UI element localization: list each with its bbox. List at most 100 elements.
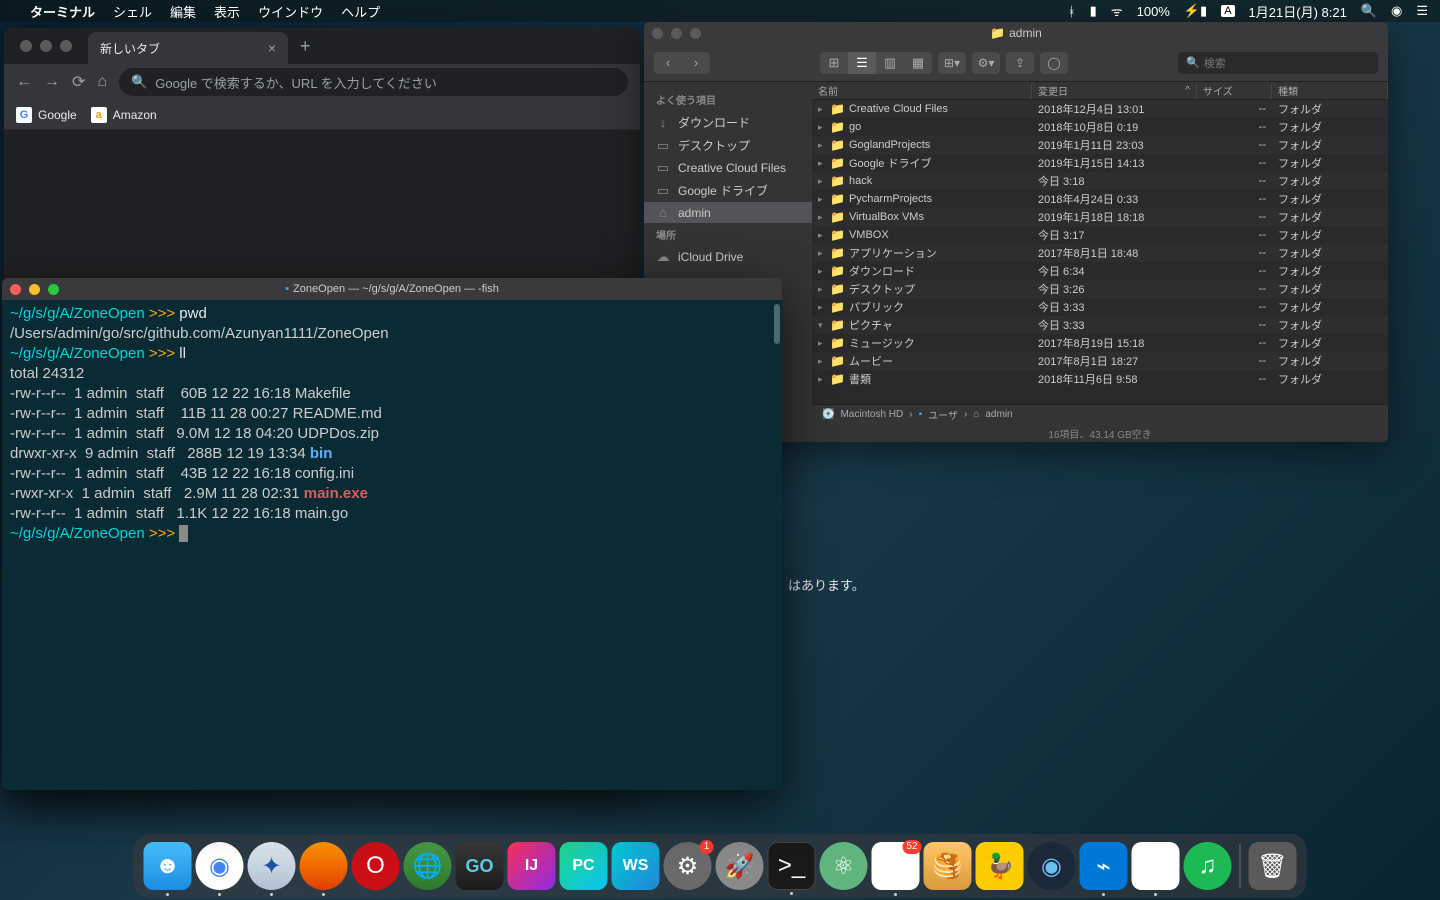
dock-goland[interactable]: GO [456,842,504,890]
dock-sysprefs[interactable]: ⚙1 [664,842,712,890]
file-row[interactable]: ▸📁VMBOX今日 3:17--フォルダ [812,226,1388,244]
file-row[interactable]: ▸📁PycharmProjects2018年4月24日 0:33--フォルダ [812,190,1388,208]
reload-button[interactable]: ⟳ [72,72,85,92]
back-button[interactable]: ← [16,73,32,91]
file-row[interactable]: ▸📁ムービー2017年8月1日 18:27--フォルダ [812,352,1388,370]
dock-webstorm[interactable]: WS [612,842,660,890]
disclosure-icon[interactable]: ▸ [818,356,826,367]
list-view[interactable]: ☰ [848,52,876,74]
disclosure-icon[interactable]: ▸ [818,338,826,349]
col-date[interactable]: 変更日^ [1032,82,1197,99]
file-row[interactable]: ▸📁hack今日 3:18--フォルダ [812,172,1388,190]
file-row[interactable]: ▸📁アプリケーション2017年8月1日 18:48--フォルダ [812,244,1388,262]
new-tab-button[interactable]: + [300,36,311,57]
file-row[interactable]: ▸📁go2018年10月8日 0:19--フォルダ [812,118,1388,136]
dock-slack[interactable]: ✱52 [872,842,920,890]
sidebar-item[interactable]: ↓ダウンロード [644,111,812,134]
disclosure-icon[interactable]: ▸ [818,104,826,115]
bookmark-amazon[interactable]: aAmazon [91,107,157,123]
address-bar[interactable]: 🔍 Google で検索するか、URL を入力してください [119,68,628,96]
sidebar-item[interactable]: ▭Creative Cloud Files [644,157,812,179]
menu-window[interactable]: ウインドウ [258,2,323,21]
disclosure-icon[interactable]: ▸ [818,374,826,385]
bluetooth-icon[interactable]: ᚼ [1068,4,1076,19]
ime-indicator[interactable]: A [1221,5,1234,17]
disclosure-icon[interactable]: ▸ [818,302,826,313]
home-button[interactable]: ⌂ [97,73,107,91]
terminal-titlebar[interactable]: ▪ ZoneOpen — ~/g/s/g/A/ZoneOpen — -fish [2,278,782,300]
file-row[interactable]: ▸📁デスクトップ今日 3:26--フォルダ [812,280,1388,298]
dock-tor[interactable]: 🌐 [404,842,452,890]
disclosure-icon[interactable]: ▸ [818,140,826,151]
dock-launchpad[interactable]: 🚀 [716,842,764,890]
file-row[interactable]: ▾📁ピクチャ今日 3:33--フォルダ [812,316,1388,334]
disclosure-icon[interactable]: ▸ [818,212,826,223]
dock-clipy[interactable]: ▶ [1132,842,1180,890]
close-tab-icon[interactable]: × [268,40,276,56]
dock-steam[interactable]: ◉ [1028,842,1076,890]
column-view[interactable]: ▥ [876,52,904,74]
forward-button[interactable]: → [44,73,60,91]
dock-trash[interactable]: 🗑 [1249,842,1297,890]
dock-vscode[interactable]: ⌁ [1080,842,1128,890]
sidebar-item[interactable]: ▭Google ドライブ [644,179,812,202]
tags-button[interactable]: ◯ [1040,52,1068,74]
menu-help[interactable]: ヘルプ [341,2,380,21]
menu-edit[interactable]: 編集 [170,2,196,21]
notification-icon[interactable]: ☰ [1416,3,1428,19]
terminal-content[interactable]: ~/g/s/g/A/ZoneOpen >>> pwd/Users/admin/g… [2,300,782,790]
siri-icon[interactable]: ◉ [1391,3,1402,19]
file-row[interactable]: ▸📁パブリック今日 3:33--フォルダ [812,298,1388,316]
bookmark-google[interactable]: GGoogle [16,107,77,123]
dock-cyberduck[interactable]: 🦆 [976,842,1024,890]
clock[interactable]: 1月21日(月) 8:21 [1249,2,1347,21]
col-name[interactable]: 名前 [812,82,1032,99]
window-controls[interactable] [12,40,80,52]
wifi-icon[interactable]: ᯤ [1111,2,1123,20]
disclosure-icon[interactable]: ▸ [818,158,826,169]
col-kind[interactable]: 種類 [1272,82,1388,99]
file-row[interactable]: ▸📁VirtualBox VMs2019年1月18日 18:18--フォルダ [812,208,1388,226]
file-row[interactable]: ▸📁ダウンロード今日 6:34--フォルダ [812,262,1388,280]
dock-opera[interactable]: O [352,842,400,890]
disclosure-icon[interactable]: ▸ [818,122,826,133]
scrollbar[interactable] [774,304,780,344]
finder-titlebar[interactable]: 📁 admin [644,22,1388,44]
file-row[interactable]: ▸📁Creative Cloud Files2018年12月4日 13:01--… [812,100,1388,118]
file-row[interactable]: ▸📁書類2018年11月6日 9:58--フォルダ [812,370,1388,388]
battery-icon[interactable]: ▮ [1090,3,1097,19]
icon-view[interactable]: ⊞ [820,52,848,74]
window-controls[interactable] [652,28,701,39]
window-controls[interactable] [10,284,59,295]
disclosure-icon[interactable]: ▾ [818,320,826,331]
back-button[interactable]: ‹ [654,52,682,74]
dock-chrome[interactable]: ◉ [196,842,244,890]
menu-shell[interactable]: シェル [113,2,152,21]
disclosure-icon[interactable]: ▸ [818,284,826,295]
share-button[interactable]: ⇪ [1006,52,1034,74]
dock-spotify[interactable]: ♫ [1184,842,1232,890]
browser-tab[interactable]: 新しいタブ × [88,32,288,64]
dock-terminal[interactable]: >_ [768,842,816,890]
menu-view[interactable]: 表示 [214,2,240,21]
dock-sequel[interactable]: 🥞 [924,842,972,890]
col-size[interactable]: サイズ [1197,82,1272,99]
disclosure-icon[interactable]: ▸ [818,230,826,241]
file-row[interactable]: ▸📁ミュージック2017年8月19日 15:18--フォルダ [812,334,1388,352]
dock-atom[interactable]: ⚛ [820,842,868,890]
action-button[interactable]: ⚙▾ [972,52,1000,74]
path-bar[interactable]: 💽Macintosh HD› ▪ユーザ› ⌂admin [812,404,1388,424]
file-row[interactable]: ▸📁GoglandProjects2019年1月11日 23:03--フォルダ [812,136,1388,154]
forward-button[interactable]: › [682,52,710,74]
app-menu[interactable]: ターミナル [30,2,95,21]
disclosure-icon[interactable]: ▸ [818,176,826,187]
sidebar-item[interactable]: ▭デスクトップ [644,134,812,157]
disclosure-icon[interactable]: ▸ [818,248,826,259]
arrange-button[interactable]: ⊞▾ [938,52,966,74]
disclosure-icon[interactable]: ▸ [818,266,826,277]
dock-intellij[interactable]: IJ [508,842,556,890]
disclosure-icon[interactable]: ▸ [818,194,826,205]
spotlight-icon[interactable]: 🔍 [1361,3,1377,19]
sidebar-item[interactable]: ⌂admin [644,202,812,223]
search-field[interactable]: 🔍 検索 [1178,52,1378,74]
